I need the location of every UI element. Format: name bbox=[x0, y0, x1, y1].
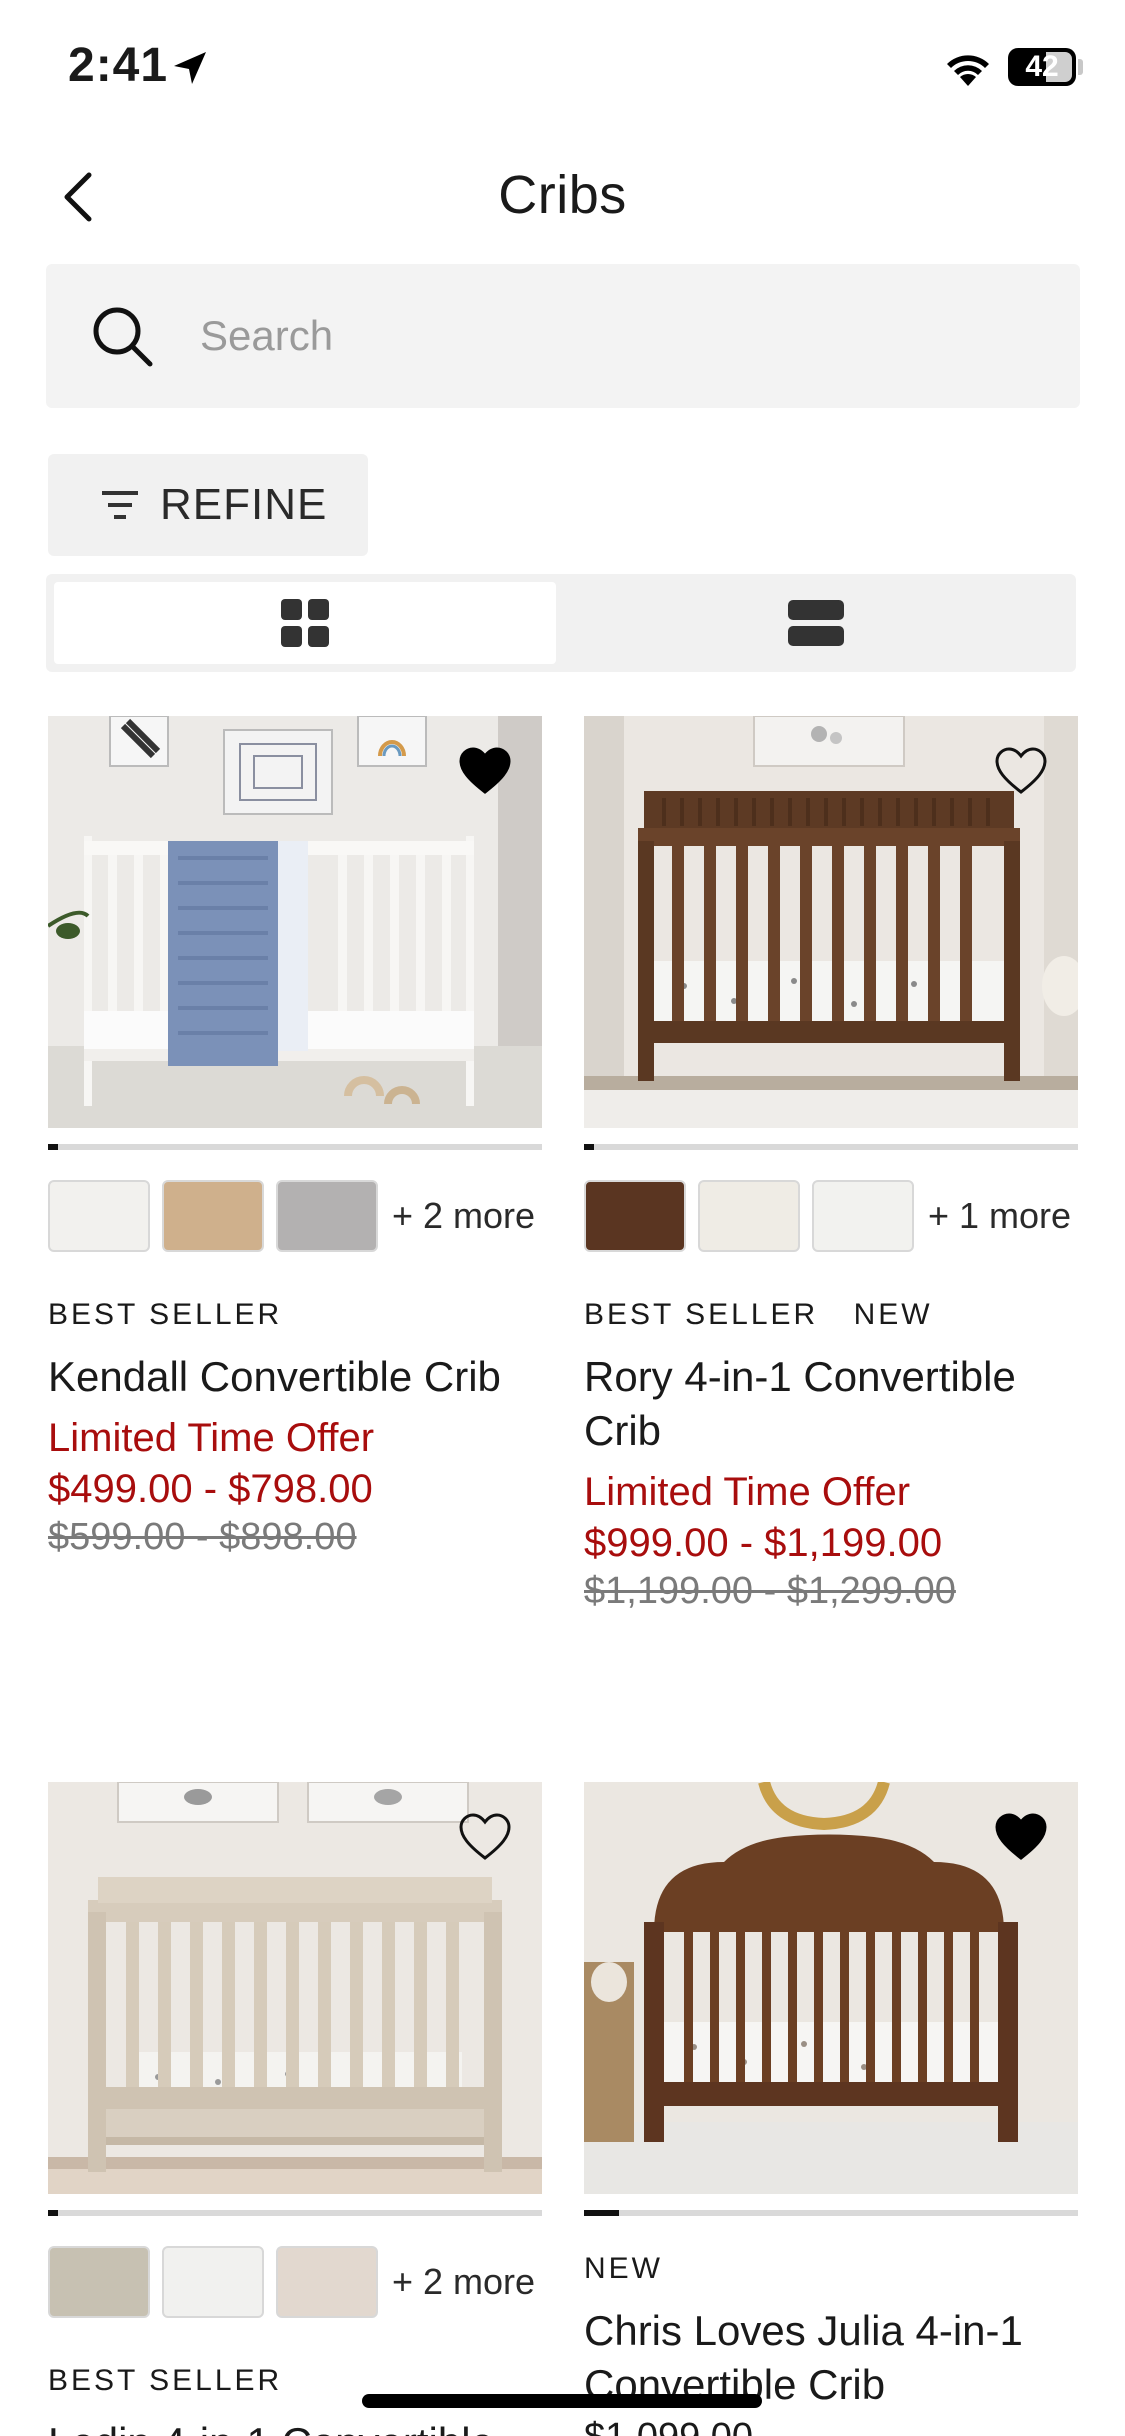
product-card[interactable]: + 2 more BEST SELLER Kendall Convertible… bbox=[48, 716, 542, 1559]
more-swatches-link[interactable]: + 2 more bbox=[392, 1195, 535, 1237]
status-time: 2:41 bbox=[68, 39, 169, 92]
progress-fill bbox=[584, 1144, 594, 1150]
heart-icon[interactable] bbox=[458, 746, 512, 796]
badge: BEST SELLER bbox=[584, 1298, 819, 1331]
original-price: $1,199.00 - $1,299.00 bbox=[584, 1570, 956, 1612]
search-bar[interactable] bbox=[46, 264, 1080, 408]
battery-level: 42 bbox=[1025, 50, 1059, 83]
swatch-white[interactable] bbox=[812, 1180, 914, 1252]
badge: NEW bbox=[853, 1298, 933, 1331]
swatch-gray-wash[interactable] bbox=[48, 2246, 150, 2318]
progress-fill bbox=[584, 2210, 619, 2216]
image-carousel-progress bbox=[584, 1144, 1078, 1150]
product-card[interactable]: + 1 more BEST SELLER NEW Rory 4-in-1 Con… bbox=[584, 716, 1078, 1613]
color-swatches: + 2 more bbox=[48, 1180, 542, 1252]
price: $1,099.00 bbox=[584, 2416, 1078, 2436]
product-image[interactable] bbox=[584, 716, 1078, 1128]
filter-icon bbox=[102, 491, 138, 519]
swatch-white[interactable] bbox=[162, 2246, 264, 2318]
swatch-driftwood[interactable] bbox=[276, 2246, 378, 2318]
progress-fill bbox=[48, 2210, 58, 2216]
product-card[interactable]: + 2 more BEST SELLER Ledin 4-in-1 Conver… bbox=[48, 1782, 542, 2436]
home-indicator bbox=[362, 2394, 762, 2408]
badges: NEW bbox=[584, 2252, 1078, 2286]
heart-outline-icon[interactable] bbox=[458, 1812, 512, 1862]
wifi-icon bbox=[947, 55, 989, 86]
product-image[interactable] bbox=[48, 1782, 542, 2194]
swatch-washed-white[interactable] bbox=[698, 1180, 800, 1252]
image-carousel-progress bbox=[48, 2210, 542, 2216]
product-card[interactable]: NEW Chris Loves Julia 4-in-1 Convertible… bbox=[584, 1782, 1078, 2436]
image-carousel-progress bbox=[48, 1144, 542, 1150]
heart-icon[interactable] bbox=[994, 1812, 1048, 1862]
refine-button[interactable]: REFINE bbox=[48, 454, 368, 556]
sale-price: $999.00 - $1,199.00 bbox=[584, 1521, 943, 1565]
swatch-walnut[interactable] bbox=[584, 1180, 686, 1252]
view-toggle bbox=[46, 574, 1076, 672]
offer-text: Limited Time Offer bbox=[584, 1470, 911, 1514]
badges: BEST SELLER NEW bbox=[584, 1298, 1078, 1332]
product-image[interactable] bbox=[584, 1782, 1078, 2194]
badge: BEST SELLER bbox=[48, 1298, 283, 1331]
product-image[interactable] bbox=[48, 716, 542, 1128]
progress-fill bbox=[48, 1144, 58, 1150]
battery-icon: 42 bbox=[1008, 48, 1076, 86]
original-price: $599.00 - $898.00 bbox=[48, 1516, 357, 1558]
search-input[interactable] bbox=[200, 300, 1020, 372]
swatch-natural[interactable] bbox=[162, 1180, 264, 1252]
swatch-gray[interactable] bbox=[276, 1180, 378, 1252]
more-swatches-link[interactable]: + 2 more bbox=[392, 2261, 535, 2303]
refine-label: REFINE bbox=[160, 480, 328, 529]
sale-price: $499.00 - $798.00 bbox=[48, 1467, 373, 1511]
swatch-white[interactable] bbox=[48, 1180, 150, 1252]
grid-view-button[interactable] bbox=[54, 582, 556, 664]
product-name[interactable]: Ledin 4-in-1 Convertible bbox=[48, 2416, 542, 2436]
status-bar: 2:41 42 bbox=[0, 0, 1125, 140]
badge: NEW bbox=[584, 2252, 663, 2285]
search-icon bbox=[93, 307, 153, 367]
location-arrow-icon bbox=[174, 52, 206, 84]
battery-nub bbox=[1078, 59, 1083, 75]
badge: BEST SELLER bbox=[48, 2364, 283, 2397]
badges: BEST SELLER bbox=[48, 1298, 542, 1332]
more-swatches-link[interactable]: + 1 more bbox=[928, 1195, 1071, 1237]
offer-text: Limited Time Offer bbox=[48, 1416, 375, 1460]
grid-icon bbox=[281, 599, 329, 647]
product-name[interactable]: Kendall Convertible Crib bbox=[48, 1350, 542, 1404]
color-swatches: + 1 more bbox=[584, 1180, 1078, 1252]
page-title: Cribs bbox=[498, 165, 627, 225]
heart-outline-icon[interactable] bbox=[994, 746, 1048, 796]
list-view-icon bbox=[788, 600, 844, 646]
image-carousel-progress bbox=[584, 2210, 1078, 2216]
color-swatches: + 2 more bbox=[48, 2246, 542, 2318]
list-view-button[interactable] bbox=[564, 582, 1068, 664]
badges: BEST SELLER bbox=[48, 2364, 542, 2398]
product-name[interactable]: Rory 4-in-1 Convertible Crib bbox=[584, 1350, 1078, 1458]
